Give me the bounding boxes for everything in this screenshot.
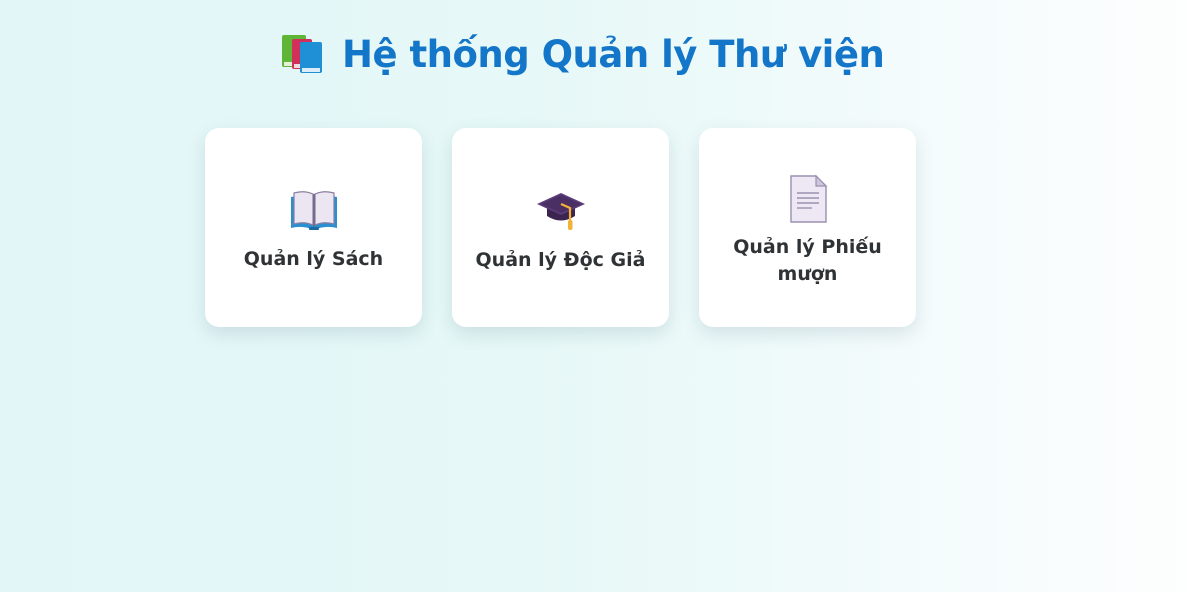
manage-loan-slips-label: Quản lý Phiếu mượn [733,235,882,285]
page-header: Hệ thống Quản lý Thư viện [280,28,885,80]
open-book-icon [289,188,339,232]
document-icon [788,174,828,224]
page-title: Hệ thống Quản lý Thư viện [342,32,885,76]
manage-books-label: Quản lý Sách [243,248,384,270]
manage-books-card[interactable]: Quản lý Sách [205,128,422,327]
manage-readers-card[interactable]: Quản lý Độc Giả [452,128,669,327]
books-icon [282,35,322,73]
graduation-cap-icon [535,187,587,233]
menu-cards: Quản lý Sách Quản lý Độc Giả Quản lý Phi… [205,128,916,327]
manage-loan-slips-card[interactable]: Quản lý Phiếu mượn [699,128,916,327]
manage-readers-label: Quản lý Độc Giả [475,249,646,271]
